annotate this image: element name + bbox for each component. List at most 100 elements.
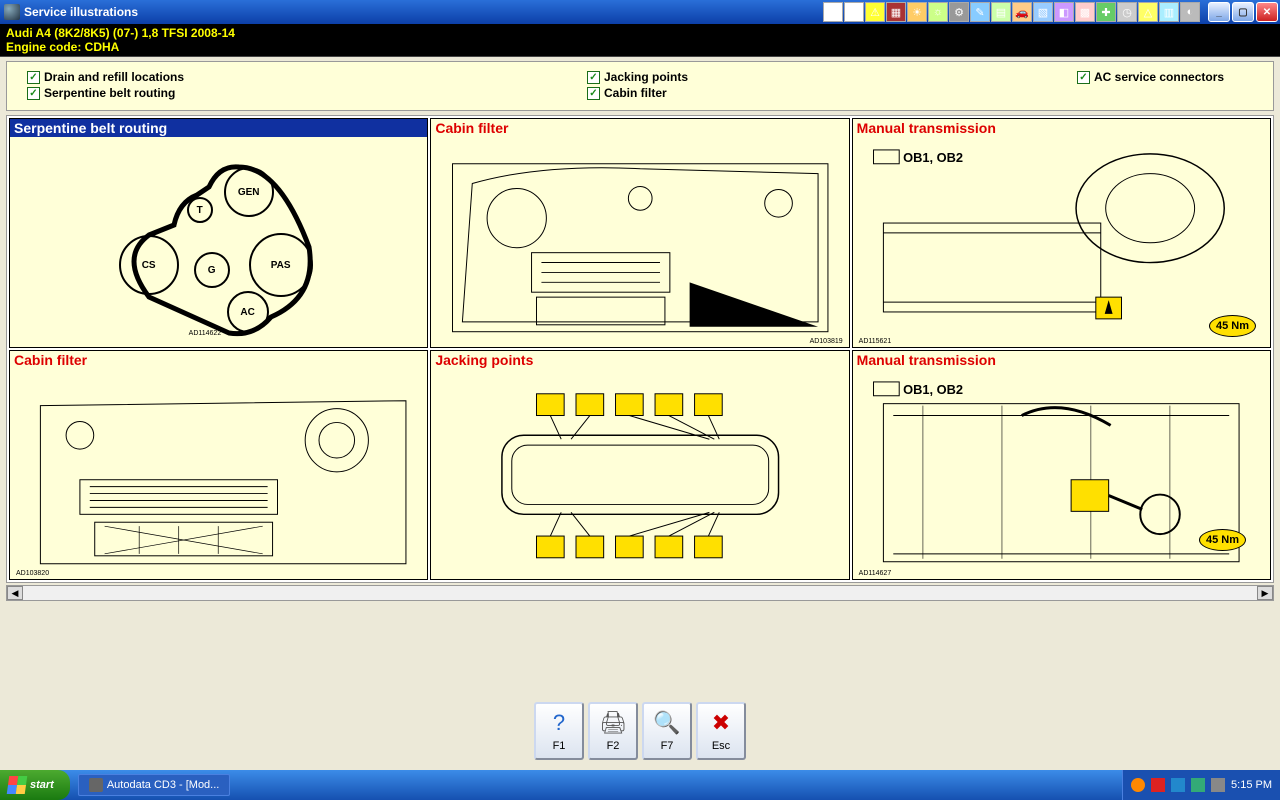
torque-label: 45 Nm	[1209, 315, 1256, 337]
diagram-ref: AD103820	[16, 570, 49, 577]
tray-alert-icon[interactable]	[1151, 778, 1165, 792]
action-label: F7	[661, 740, 674, 752]
toolbar-icon-15[interactable]: △	[1138, 2, 1158, 22]
checkmark-icon: ✓	[27, 71, 40, 84]
check-label: AC service connectors	[1094, 70, 1224, 84]
scroll-left-button[interactable]: ◀	[7, 586, 23, 600]
toolbar-icon-1[interactable]: ◀	[844, 2, 864, 22]
panel-note: OB1, OB2	[903, 150, 963, 165]
panel-manual-transmission-2[interactable]: Manual transmission OB1, OB2 45 Nm AD114…	[852, 350, 1271, 580]
panel-diagram: AD103819	[431, 139, 848, 347]
panel-title: Serpentine belt routing	[10, 119, 427, 137]
tray-vm-icon[interactable]	[1191, 778, 1205, 792]
close-icon: ✖	[712, 710, 730, 736]
panel-manual-transmission-1[interactable]: Manual transmission OB1, OB2 45 Nm AD115…	[852, 118, 1271, 348]
toolbar-icon-17[interactable]: ◐	[1180, 2, 1200, 22]
svg-text:OB1, OB2: OB1, OB2	[903, 382, 963, 397]
action-label: Esc	[712, 740, 730, 752]
toolbar-icon-14[interactable]: ◷	[1117, 2, 1137, 22]
check-label: Serpentine belt routing	[44, 86, 175, 100]
panel-serpentine-belt[interactable]: Serpentine belt routing GEN T CS G PAS A…	[9, 118, 428, 348]
app-icon	[4, 4, 20, 20]
checkmark-icon: ✓	[587, 87, 600, 100]
check-label: Jacking points	[604, 70, 688, 84]
category-check-panel: ✓ Drain and refill locations ✓ Serpentin…	[6, 61, 1274, 111]
torque-label: 45 Nm	[1199, 529, 1246, 551]
check-jacking-points[interactable]: ✓ Jacking points	[587, 70, 1077, 84]
panel-title: Manual transmission	[853, 119, 1270, 137]
action-esc[interactable]: ✖ Esc	[696, 702, 746, 760]
start-button[interactable]: start	[0, 770, 70, 800]
action-f1[interactable]: ? F1	[534, 702, 584, 760]
help-icon: ?	[553, 710, 565, 736]
action-label: F2	[607, 740, 620, 752]
action-f2[interactable]: 🖨 F2	[588, 702, 638, 760]
vehicle-line1: Audi A4 (8K2/8K5) (07-) 1,8 TFSI 2008-14	[6, 26, 235, 40]
panel-cabin-filter-1[interactable]: Cabin filter AD103819	[430, 118, 849, 348]
panel-title: Manual transmission	[853, 351, 1270, 369]
app-task-icon	[89, 778, 103, 792]
toolbar-icon-13[interactable]: ✚	[1096, 2, 1116, 22]
panel-diagram: OB1, OB2 45 Nm AD114627	[853, 371, 1270, 579]
panel-diagram: GEN T CS G PAS AC AD114622	[10, 157, 427, 337]
minimize-button[interactable]: _	[1208, 2, 1230, 22]
check-label: Cabin filter	[604, 86, 667, 100]
checkmark-icon: ✓	[587, 71, 600, 84]
diagram-ref: AD114627	[859, 570, 892, 577]
checkmark-icon: ✓	[27, 87, 40, 100]
taskbar-app-autodata[interactable]: Autodata CD3 - [Mod...	[78, 774, 231, 796]
start-label: start	[30, 779, 54, 791]
window-title: Service illustrations	[24, 5, 138, 19]
check-serpentine-belt[interactable]: ✓ Serpentine belt routing	[27, 86, 587, 100]
scroll-right-button[interactable]: ▶	[1257, 586, 1273, 600]
close-button[interactable]: ✕	[1256, 2, 1278, 22]
panel-title: Cabin filter	[431, 119, 848, 137]
tray-shield-icon[interactable]	[1131, 778, 1145, 792]
toolbar-icon-0[interactable]: ⏮	[823, 2, 843, 22]
system-tray[interactable]: 5:15 PM	[1122, 770, 1280, 800]
check-ac-service[interactable]: ✓ AC service connectors	[1077, 70, 1224, 84]
tray-volume-icon[interactable]	[1211, 778, 1225, 792]
check-drain-refill[interactable]: ✓ Drain and refill locations	[27, 70, 587, 84]
scroll-track[interactable]	[23, 586, 1257, 600]
check-label: Drain and refill locations	[44, 70, 184, 84]
panel-title: Jacking points	[431, 351, 848, 369]
maximize-button[interactable]: ▢	[1232, 2, 1254, 22]
windows-taskbar: start Autodata CD3 - [Mod... 5:15 PM	[0, 770, 1280, 800]
panel-cabin-filter-2[interactable]: Cabin filter AD103820	[9, 350, 428, 580]
tray-network-icon[interactable]	[1171, 778, 1185, 792]
diagram-ref: AD103819	[810, 338, 843, 345]
toolbar-icon-10[interactable]: ▧	[1033, 2, 1053, 22]
toolbar-icon-2[interactable]: ⚠	[865, 2, 885, 22]
action-bar: ? F1 🖨 F2 🔍 F7 ✖ Esc	[0, 692, 1280, 770]
toolbar-icon-9[interactable]: 🚗	[1012, 2, 1032, 22]
print-icon: 🖨	[599, 710, 627, 736]
diagram-ref: AD114622	[189, 330, 222, 337]
toolbar-icon-11[interactable]: ◧	[1054, 2, 1074, 22]
vehicle-line2: Engine code: CDHA	[6, 40, 1274, 54]
illustration-grid: Serpentine belt routing GEN T CS G PAS A…	[6, 115, 1274, 583]
taskbar-app-label: Autodata CD3 - [Mod...	[107, 779, 220, 791]
vehicle-header: Audi A4 (8K2/8K5) (07-) 1,8 TFSI 2008-14…	[0, 24, 1280, 57]
action-label: F1	[553, 740, 566, 752]
toolbar-icon-4[interactable]: ☀	[907, 2, 927, 22]
toolbar-icon-3[interactable]: ▦	[886, 2, 906, 22]
check-cabin-filter[interactable]: ✓ Cabin filter	[587, 86, 1077, 100]
window-titlebar: Service illustrations ⏮◀⚠▦☀☼⚙✎▤🚗▧◧▩✚◷△▥◐…	[0, 0, 1280, 24]
action-f7[interactable]: 🔍 F7	[642, 702, 692, 760]
panel-diagram: AD103820	[10, 371, 427, 579]
toolbar-icon-7[interactable]: ✎	[970, 2, 990, 22]
horizontal-scrollbar[interactable]: ◀ ▶	[6, 585, 1274, 601]
panel-jacking-points[interactable]: Jacking points	[430, 350, 849, 580]
clock[interactable]: 5:15 PM	[1231, 779, 1272, 791]
toolbar-icon-6[interactable]: ⚙	[949, 2, 969, 22]
panel-diagram	[431, 371, 848, 579]
zoom-icon: 🔍	[653, 710, 680, 736]
toolbar-icons-strip: ⏮◀⚠▦☀☼⚙✎▤🚗▧◧▩✚◷△▥◐	[823, 2, 1200, 22]
toolbar-icon-5[interactable]: ☼	[928, 2, 948, 22]
toolbar-icon-8[interactable]: ▤	[991, 2, 1011, 22]
checkmark-icon: ✓	[1077, 71, 1090, 84]
toolbar-icon-12[interactable]: ▩	[1075, 2, 1095, 22]
toolbar-icon-16[interactable]: ▥	[1159, 2, 1179, 22]
panel-title: Cabin filter	[10, 351, 427, 369]
